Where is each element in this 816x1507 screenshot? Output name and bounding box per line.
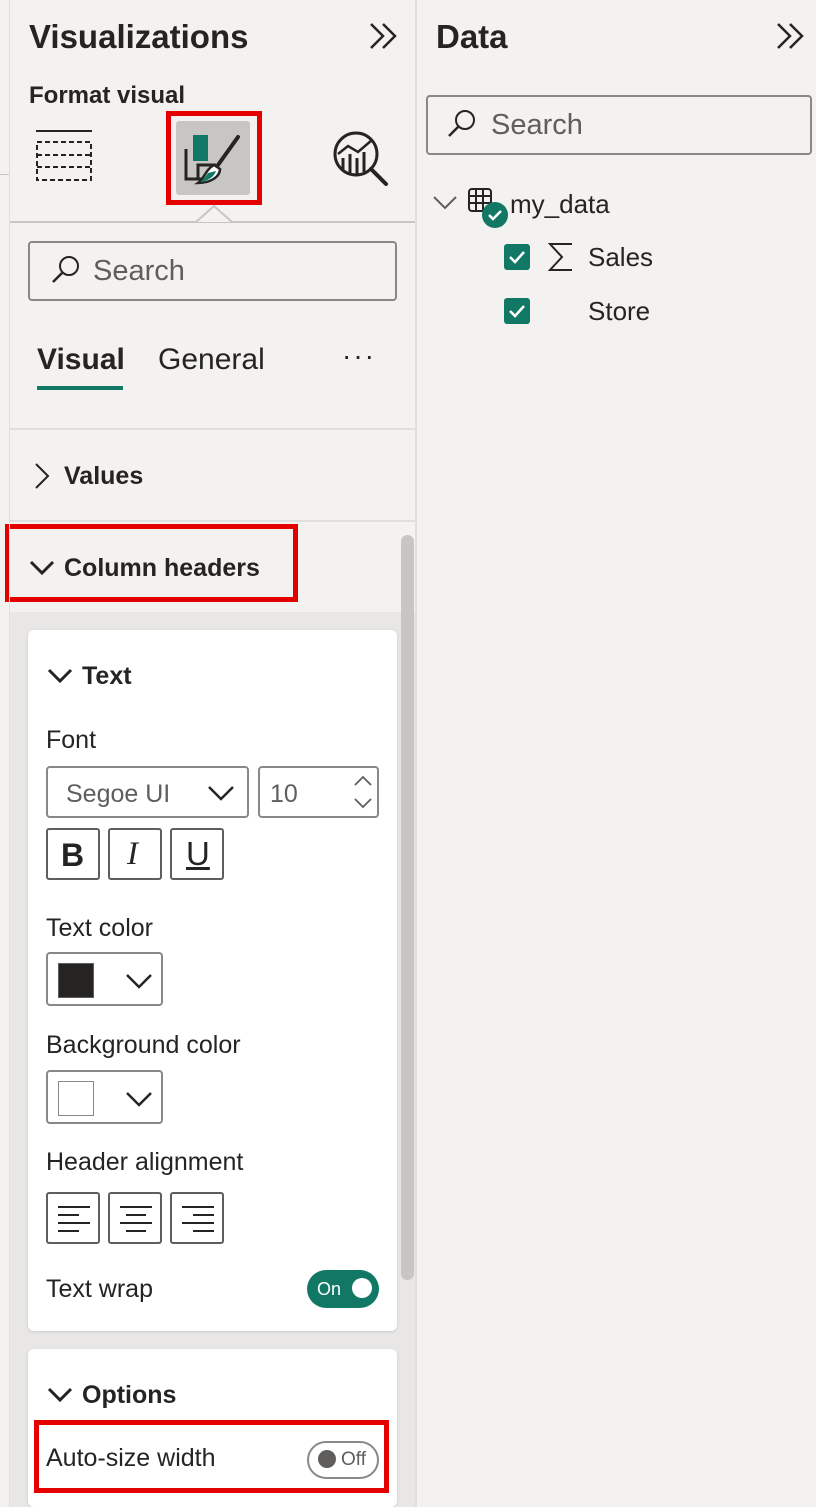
underline-button[interactable]: U xyxy=(170,828,224,880)
text-color-label: Text color xyxy=(46,914,153,942)
tab-visual[interactable]: Visual xyxy=(37,343,125,377)
scrollbar[interactable] xyxy=(401,535,414,1280)
chevron-down-icon xyxy=(124,970,154,992)
font-family-dropdown[interactable]: Segoe UI xyxy=(46,766,249,818)
visualizations-search-input[interactable]: Search xyxy=(28,241,397,301)
align-right-button[interactable] xyxy=(170,1192,224,1244)
align-left-icon xyxy=(58,1206,90,1232)
text-color-swatch xyxy=(58,963,94,998)
text-wrap-label: Text wrap xyxy=(46,1275,153,1303)
chevron-down-icon xyxy=(206,782,236,804)
font-label: Font xyxy=(46,726,97,754)
text-wrap-state: On xyxy=(317,1279,342,1299)
store-checkbox[interactable] xyxy=(504,298,530,324)
align-right-icon xyxy=(182,1206,214,1232)
table-icon xyxy=(467,187,509,229)
options-card-heading[interactable]: Options xyxy=(82,1381,176,1410)
italic-label: I xyxy=(127,836,138,872)
visualizations-pane: Visualizations Format visual Search Visu… xyxy=(0,0,416,1507)
search-icon xyxy=(50,254,82,286)
format-visual-highlight xyxy=(166,111,262,205)
column-headers-highlight xyxy=(5,524,298,602)
text-wrap-toggle[interactable]: On xyxy=(307,1270,379,1308)
chevron-down-icon[interactable] xyxy=(46,664,74,688)
more-options-icon[interactable]: ··· xyxy=(342,340,376,372)
chevron-down-icon[interactable] xyxy=(432,190,458,216)
field-sales[interactable]: Sales xyxy=(588,242,653,273)
tab-general[interactable]: General xyxy=(158,343,265,377)
align-left-button[interactable] xyxy=(46,1192,100,1244)
align-center-icon xyxy=(120,1206,152,1232)
background-color-picker[interactable] xyxy=(46,1070,163,1124)
background-color-label: Background color xyxy=(46,1031,241,1059)
double-chevron-right-icon[interactable] xyxy=(773,18,809,54)
field-store[interactable]: Store xyxy=(588,296,650,327)
sigma-icon xyxy=(546,239,576,275)
text-color-picker[interactable] xyxy=(46,952,163,1006)
data-search-input[interactable]: Search xyxy=(426,95,812,155)
background-color-swatch xyxy=(58,1081,94,1116)
toggle-knob xyxy=(352,1278,372,1298)
visualizations-title: Visualizations xyxy=(29,18,249,55)
format-visual-label: Format visual xyxy=(29,82,186,109)
font-family-value: Segoe UI xyxy=(66,780,171,808)
stepper-arrows-icon[interactable] xyxy=(352,772,374,812)
bold-button[interactable]: B xyxy=(46,828,100,880)
values-section-header[interactable]: Values xyxy=(64,462,143,491)
data-pane: Data Search my_data Sales Store xyxy=(417,0,816,1507)
text-card-heading[interactable]: Text xyxy=(82,662,132,691)
search-placeholder: Search xyxy=(93,255,185,287)
font-size-stepper[interactable]: 10 xyxy=(258,766,379,818)
font-size-value: 10 xyxy=(270,780,298,808)
table-name[interactable]: my_data xyxy=(510,189,610,220)
double-chevron-right-icon[interactable] xyxy=(366,18,402,54)
bold-label: B xyxy=(61,837,85,873)
align-center-button[interactable] xyxy=(108,1192,162,1244)
header-alignment-label: Header alignment xyxy=(46,1148,244,1176)
tab-visual-underline xyxy=(37,386,123,390)
italic-button[interactable]: I xyxy=(108,828,162,880)
chevron-down-icon[interactable] xyxy=(46,1383,74,1407)
auto-size-width-highlight xyxy=(34,1420,389,1493)
chevron-down-icon xyxy=(124,1088,154,1110)
search-placeholder: Search xyxy=(491,109,583,141)
underline-label: U xyxy=(186,835,210,872)
sales-checkbox[interactable] xyxy=(504,244,530,270)
data-title: Data xyxy=(436,18,508,55)
chevron-right-icon[interactable] xyxy=(30,460,54,492)
analytics-icon[interactable] xyxy=(330,128,392,190)
search-icon xyxy=(446,108,478,140)
selected-pointer xyxy=(195,204,233,225)
build-visual-icon[interactable] xyxy=(34,128,94,188)
text-card: Text Font Segoe UI 10 B I U Text color B… xyxy=(28,630,397,1331)
